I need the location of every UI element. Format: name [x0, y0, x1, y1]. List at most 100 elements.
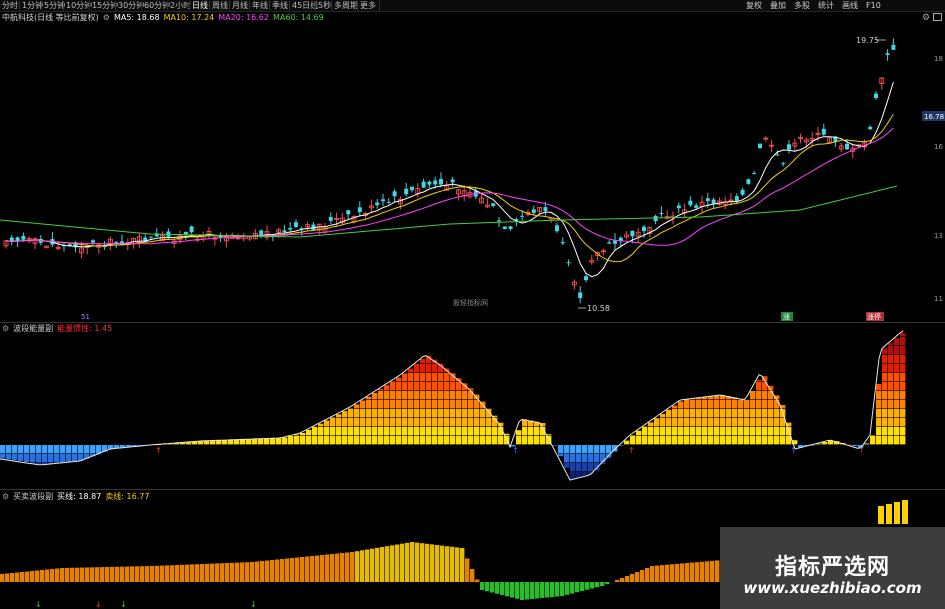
band-bar [270, 560, 275, 582]
tool-tab-5[interactable]: F10 [866, 0, 881, 11]
energy-bar [390, 418, 396, 427]
energy-bar [516, 436, 522, 445]
energy-bar [402, 391, 408, 400]
band-signal-arrow: ↓ [95, 600, 102, 608]
energy-bar [750, 436, 756, 445]
energy-bar [6, 445, 12, 454]
energy-bar [744, 418, 750, 427]
energy-bar [570, 445, 576, 454]
energy-bar [372, 418, 378, 427]
tab-separator [269, 1, 270, 10]
energy-bar [324, 436, 330, 445]
energy-bar [894, 338, 900, 346]
energy-bar [12, 445, 18, 454]
energy-bar [534, 436, 540, 445]
tab-7[interactable]: 2小时 [170, 0, 191, 11]
band-bar [902, 500, 908, 524]
tab-2[interactable]: 5分钟 [44, 0, 65, 11]
energy-bar [468, 391, 474, 400]
energy-bar [894, 409, 900, 418]
band-bar [650, 566, 655, 582]
band-bar [360, 550, 365, 582]
tab-separator [19, 1, 20, 10]
energy-bar [900, 364, 906, 373]
tab-separator [315, 1, 316, 10]
tab-12[interactable]: 季线 [272, 0, 288, 11]
candle [392, 191, 397, 197]
energy-bar [402, 427, 408, 436]
band-bar [435, 545, 440, 582]
band-bar [878, 506, 884, 524]
band-bar [580, 582, 585, 591]
energy-bar [750, 418, 756, 427]
energy-bar [774, 427, 780, 436]
energy-bar [372, 436, 378, 445]
candle [885, 53, 890, 56]
energy-bar [396, 391, 402, 400]
tab-11[interactable]: 年线 [252, 0, 268, 11]
tool-tab-3[interactable]: 统计 [818, 0, 834, 11]
tab-9[interactable]: 周线 [212, 0, 228, 11]
band-bar [886, 504, 892, 524]
energy-bar [474, 436, 480, 445]
energy-bar [714, 409, 720, 418]
energy-bar [72, 454, 78, 462]
tab-separator [249, 1, 250, 10]
energy-bar [900, 373, 906, 382]
candle [630, 230, 635, 237]
tab-8[interactable]: 日线 [192, 0, 208, 11]
band-bar [225, 563, 230, 582]
tab-1[interactable]: 1分钟 [22, 0, 43, 11]
tab-10[interactable]: 月线 [232, 0, 248, 11]
tool-tab-2[interactable]: 多股 [794, 0, 810, 11]
energy-bar [450, 436, 456, 445]
band-bar [530, 582, 535, 599]
energy-bar [726, 409, 732, 418]
energy-bar [384, 391, 390, 400]
band-bar [170, 565, 175, 582]
tab-14[interactable]: 5秒 [318, 0, 331, 11]
energy-bar [882, 418, 888, 427]
energy-bar [678, 418, 684, 427]
band-bar [380, 547, 385, 582]
energy-bar [696, 409, 702, 418]
tool-tab-4[interactable]: 画线 [842, 0, 858, 11]
candle [259, 230, 264, 236]
candle [752, 173, 757, 175]
energy-bar [888, 427, 894, 436]
energy-histogram[interactable]: ↑ ↑ ↑ ↑ ↑ [0, 324, 945, 488]
energy-bar [444, 391, 450, 400]
band-bar [35, 570, 40, 582]
band-bar [565, 582, 570, 595]
energy-bar [438, 382, 444, 391]
candlestick-chart[interactable]: 19.75 10.58 16.78 股轻指标网 51 涨 涨停 [0, 12, 945, 322]
band-bar [195, 564, 200, 582]
energy-bar [756, 380, 762, 382]
candle [642, 226, 646, 232]
energy-bar [888, 343, 894, 346]
energy-bar [756, 382, 762, 391]
energy-bar [882, 364, 888, 373]
candle [578, 292, 583, 299]
energy-bar [420, 359, 426, 364]
tab-15[interactable]: 多周期 [334, 0, 358, 11]
energy-bar [894, 436, 900, 445]
band-bar [215, 563, 220, 582]
energy-bar [450, 382, 456, 391]
tool-tab-1[interactable]: 叠加 [770, 0, 786, 11]
energy-bar [384, 427, 390, 436]
energy-bar [12, 454, 18, 461]
tab-16[interactable]: 更多 [360, 0, 376, 11]
energy-bar [630, 436, 636, 445]
energy-bar [702, 400, 708, 409]
energy-bar [420, 382, 426, 391]
tool-tab-0[interactable]: 复权 [746, 0, 762, 11]
energy-bar [756, 418, 762, 427]
tab-0[interactable]: 分时 [2, 0, 18, 11]
energy-bar [612, 445, 618, 452]
candle [502, 226, 507, 229]
energy-bar [414, 409, 420, 418]
band-bar [505, 582, 510, 597]
candle [746, 179, 751, 184]
energy-bar [882, 436, 888, 445]
